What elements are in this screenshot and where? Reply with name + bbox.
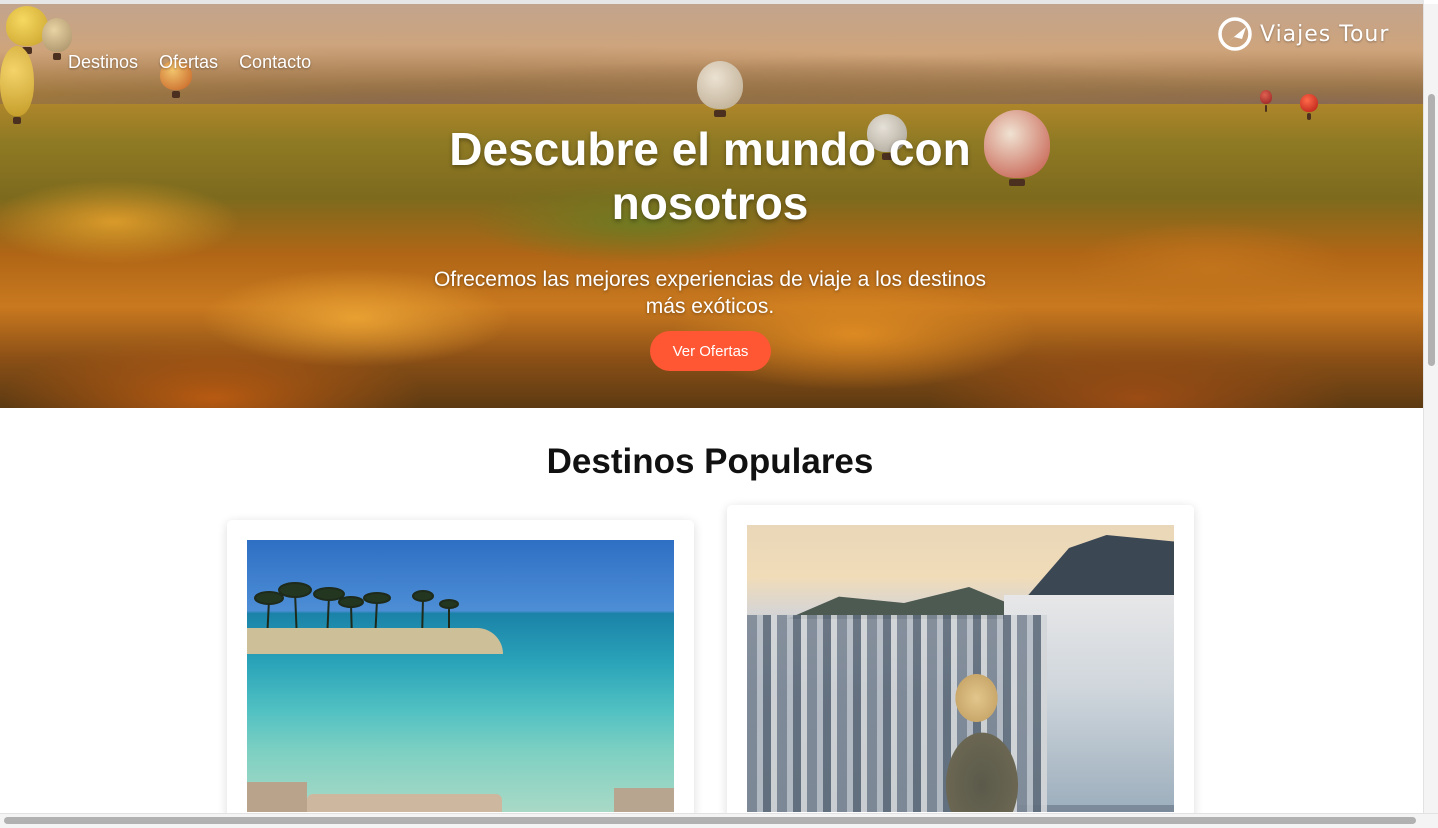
horizontal-scrollbar[interactable] [0,813,1438,828]
nav-link-destinos[interactable]: Destinos [68,52,138,73]
hero-subtitle: Ofrecemos las mejores experiencias de vi… [433,268,987,318]
hot-air-balloon [42,18,72,60]
brand-name: Viajes Tour [1260,21,1390,47]
view-offers-button[interactable]: Ver Ofertas [650,331,771,371]
globe-plane-icon [1218,17,1252,51]
vertical-scrollbar[interactable] [1423,4,1438,813]
hot-air-balloon [697,61,743,117]
section-title: Destinos Populares [546,442,874,481]
destination-card[interactable] [227,520,694,820]
beach-scene [247,540,674,812]
nav-link-ofertas[interactable]: Ofertas [159,52,218,73]
hero-title: Descubre el mundo con nosotros [449,123,971,229]
hot-air-balloon [1300,94,1318,120]
beach-image [247,540,674,812]
rock [307,794,502,812]
destination-card[interactable] [727,505,1194,820]
city-scene [747,525,1174,812]
vertical-scrollbar-thumb[interactable] [1428,94,1435,366]
mountain [1024,535,1174,600]
brand-logo[interactable]: Viajes Tour [1216,15,1389,53]
hot-air-balloon [1260,90,1272,112]
hero-banner: Destinos Ofertas Contacto Viajes Tour De… [0,4,1423,408]
hot-air-balloon [0,46,34,124]
horizontal-scrollbar-thumb[interactable] [4,817,1416,824]
main-nav: Destinos Ofertas Contacto [68,52,311,73]
traveler-with-child [927,665,1037,812]
coastal-city-image [747,525,1174,812]
rock [247,782,307,812]
rock [614,788,674,812]
nav-link-contacto[interactable]: Contacto [239,52,311,73]
sand-shore [247,628,504,654]
